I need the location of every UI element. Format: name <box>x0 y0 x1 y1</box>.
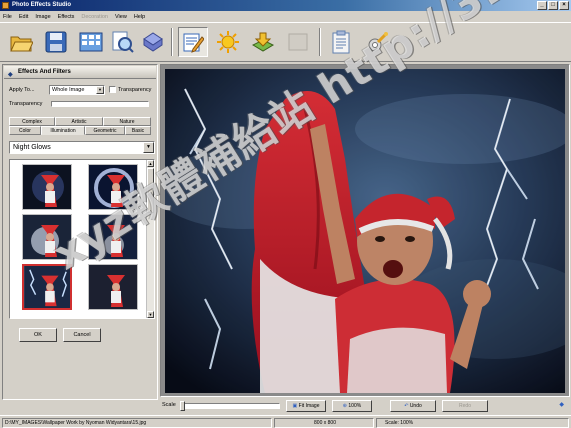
chevron-down-icon[interactable]: ▼ <box>143 142 154 153</box>
fit-image-button[interactable]: ▣ Fit Image <box>286 400 326 412</box>
slideshow-icon <box>79 32 103 52</box>
open-icon <box>10 36 33 52</box>
effect-thumbnail[interactable] <box>88 264 138 310</box>
effects-button[interactable] <box>178 27 208 57</box>
app-icon <box>2 2 9 9</box>
menu-file[interactable]: File <box>3 14 12 20</box>
blank-icon <box>288 33 308 51</box>
transparency-slider[interactable] <box>51 101 149 107</box>
print-button[interactable] <box>138 27 168 57</box>
toolbar-separator <box>319 28 321 56</box>
apply-to-select[interactable]: Whole Image ▼ <box>49 85 105 95</box>
scroll-up-icon[interactable]: ▲ <box>147 160 154 167</box>
blank-button[interactable] <box>283 27 313 57</box>
effect-thumbnail[interactable] <box>22 214 72 260</box>
open-button[interactable] <box>6 27 36 57</box>
preview-icon <box>112 31 134 53</box>
scale-slider[interactable] <box>180 401 280 411</box>
undo-button[interactable]: ↶ Undo <box>390 400 436 412</box>
sun-icon <box>217 31 239 53</box>
menu-bar: File Edit Image Effects Decoration View … <box>0 11 571 22</box>
apply-to-label: Apply To... <box>9 87 35 93</box>
window-title: Photo Effects Studio <box>12 2 71 8</box>
save-icon <box>45 31 67 53</box>
tab-nature[interactable]: Nature <box>103 117 151 126</box>
collapse-icon[interactable]: ◆ <box>8 69 13 82</box>
menu-view[interactable]: View <box>115 14 127 20</box>
close-button[interactable]: × <box>559 1 569 10</box>
scroll-down-icon[interactable]: ▼ <box>147 311 154 318</box>
toolbar <box>0 22 571 62</box>
effects-icon <box>183 33 204 53</box>
tab-geometric[interactable]: Geometric <box>85 126 125 135</box>
apply-to-value: Whole Image <box>52 87 85 93</box>
install-icon <box>251 32 275 52</box>
clipboard-button[interactable] <box>326 27 356 57</box>
transparency-checkbox[interactable] <box>109 86 116 93</box>
tab-complex[interactable]: Complex <box>9 117 55 126</box>
install-button[interactable] <box>248 27 278 57</box>
tab-color[interactable]: Color <box>9 126 41 135</box>
transparency-slider-label: Transparency <box>9 101 43 107</box>
transparency-check-label: Transparency <box>118 87 152 93</box>
settings-icon <box>368 31 389 52</box>
chevron-down-icon[interactable]: ▼ <box>96 86 104 94</box>
menu-effects[interactable]: Effects <box>58 14 75 20</box>
maximize-button[interactable]: □ <box>548 1 558 10</box>
save-button[interactable] <box>41 27 71 57</box>
status-path: D:\MY_IMAGES\Wallpaper Work by Nyoman Wi… <box>2 418 272 428</box>
panel-title: Effects And Filters <box>18 69 71 75</box>
expand-icon[interactable]: ◆ <box>559 401 564 408</box>
preview-button[interactable] <box>107 27 137 57</box>
tab-illumination[interactable]: Illumination <box>41 126 85 135</box>
effect-select[interactable]: Night Glows ▼ <box>9 141 155 154</box>
menu-help[interactable]: Help <box>134 14 145 20</box>
print-icon <box>143 32 163 52</box>
sun-button[interactable] <box>213 27 243 57</box>
thumbnail-scrollbar[interactable]: ▲ ▼ <box>146 160 154 318</box>
title-bar[interactable]: Photo Effects Studio _ □ × <box>0 0 571 11</box>
view-controls: Scale ▣ Fit Image ⊕ 100% ↶ Undo Redo ◆ <box>160 398 570 414</box>
status-dimensions: 800 x 800 <box>274 418 374 428</box>
slider-thumb[interactable] <box>180 401 185 411</box>
panel-header[interactable]: ◆ Effects And Filters <box>4 66 156 79</box>
status-scale: Scale: 100% <box>376 418 569 428</box>
settings-button[interactable] <box>363 27 393 57</box>
scrollbar-thumb[interactable] <box>147 168 154 213</box>
effect-thumbnail-selected[interactable] <box>22 264 72 310</box>
scale-label: Scale <box>162 402 176 408</box>
minimize-button[interactable]: _ <box>537 1 547 10</box>
tab-basic[interactable]: Basic <box>125 126 151 135</box>
cancel-button[interactable]: Cancel <box>63 328 101 342</box>
fit-icon: ▣ <box>292 403 298 409</box>
effect-thumbnail[interactable] <box>88 214 138 260</box>
effect-value: Night Glows <box>13 144 51 151</box>
effect-thumbnails: ▲ ▼ <box>9 159 155 319</box>
toolbar-separator <box>171 28 173 56</box>
slideshow-button[interactable] <box>76 27 106 57</box>
undo-icon: ↶ <box>404 403 409 409</box>
photo <box>165 69 565 393</box>
effect-thumbnail[interactable] <box>22 164 72 210</box>
image-canvas[interactable] <box>160 64 570 397</box>
zoom-100-button[interactable]: ⊕ 100% <box>332 400 372 412</box>
ok-button[interactable]: OK <box>19 328 57 342</box>
menu-image[interactable]: Image <box>35 14 50 20</box>
zoom-icon: ⊕ <box>342 403 347 409</box>
redo-button: Redo <box>442 400 488 412</box>
effects-panel: ◆ Effects And Filters Apply To... Whole … <box>2 64 158 400</box>
status-bar: D:\MY_IMAGES\Wallpaper Work by Nyoman Wi… <box>0 415 571 428</box>
effect-thumbnail[interactable] <box>88 164 138 210</box>
app-window: Photo Effects Studio _ □ × File Edit Ima… <box>0 0 571 428</box>
clipboard-icon <box>332 30 350 54</box>
menu-decoration: Decoration <box>81 13 108 20</box>
menu-edit[interactable]: Edit <box>19 14 28 20</box>
tab-artistic[interactable]: Artistic <box>55 117 103 126</box>
window-controls: _ □ × <box>537 1 569 10</box>
